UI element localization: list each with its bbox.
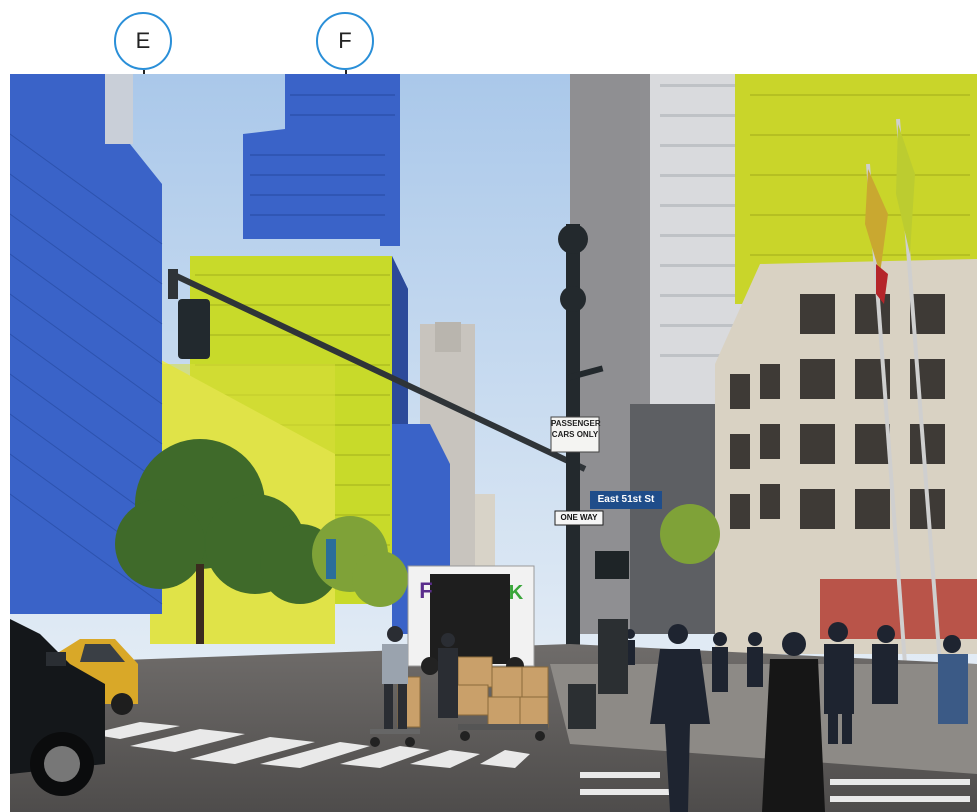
street-photo: PASSENGER CARS ONLY East 51st St ONE WAY… bbox=[10, 74, 977, 812]
passenger-sign-line1: PASSENGER bbox=[551, 419, 601, 428]
street-name-sign: East 51st St bbox=[597, 494, 655, 505]
street-scene bbox=[10, 74, 977, 812]
truck-logo-text-2: K bbox=[508, 582, 524, 604]
truck-logo-text: F bbox=[419, 578, 433, 603]
one-way-sign: ONE WAY bbox=[560, 513, 598, 522]
callout-e: E bbox=[114, 12, 172, 70]
callout-f: F bbox=[316, 12, 374, 70]
passenger-sign-line2: CARS ONLY bbox=[551, 430, 599, 439]
passenger-cars-only-sign: PASSENGER CARS ONLY bbox=[551, 418, 601, 440]
callout-f-label: F bbox=[338, 28, 352, 53]
callout-e-label: E bbox=[135, 28, 151, 53]
